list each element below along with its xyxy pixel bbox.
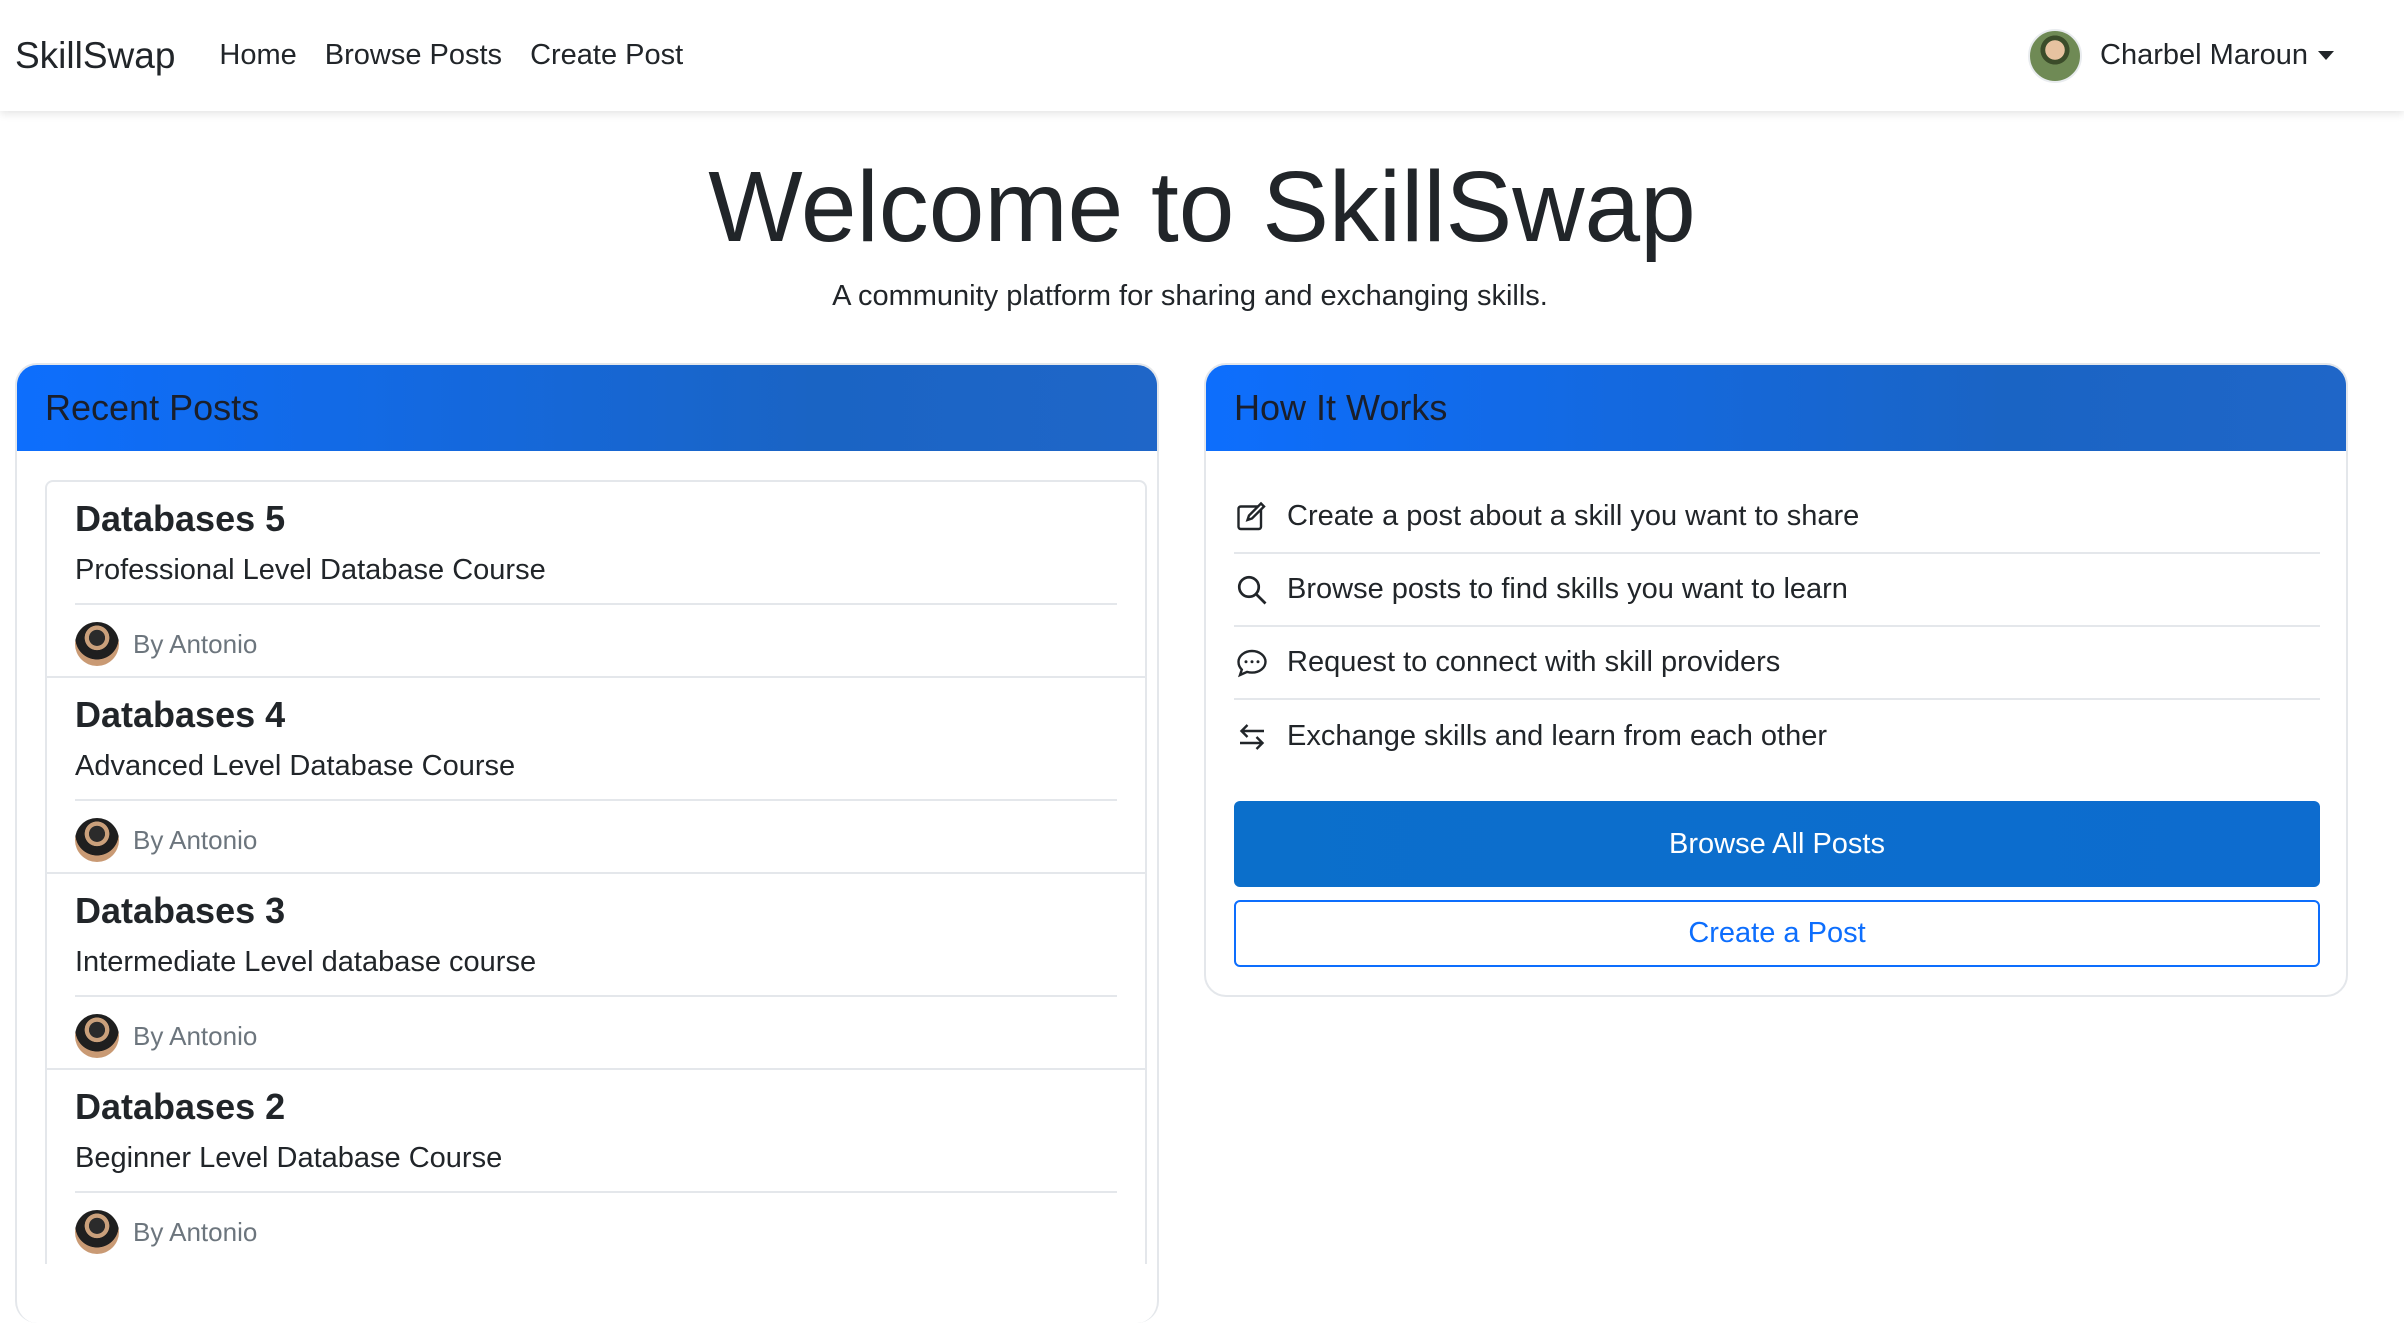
create-post-button[interactable]: Create a Post	[1234, 900, 2320, 967]
post-description: Professional Level Database Course	[75, 554, 546, 586]
post-author: By Antonio	[75, 1014, 257, 1058]
step-item: Create a post about a skill you want to …	[1234, 481, 2320, 554]
posts-list: Databases 5 Professional Level Database …	[45, 480, 1147, 1264]
how-it-works-title: How It Works	[1234, 387, 1448, 428]
user-menu-toggle[interactable]: Charbel Maroun	[2028, 0, 2334, 111]
user-avatar	[2028, 28, 2083, 83]
post-title[interactable]: Databases 4	[75, 694, 285, 736]
divider	[75, 603, 1117, 605]
step-text: Create a post about a skill you want to …	[1287, 500, 1860, 532]
divider	[75, 1191, 1117, 1193]
post-item[interactable]: Databases 4 Advanced Level Database Cour…	[45, 676, 1147, 872]
post-title[interactable]: Databases 3	[75, 890, 285, 932]
divider	[75, 995, 1117, 997]
recent-posts-card: Recent Posts Databases 5 Professional Le…	[15, 363, 1159, 1323]
page-title: Welcome to SkillSwap	[708, 151, 1696, 263]
post-title[interactable]: Databases 2	[75, 1086, 285, 1128]
step-item: Request to connect with skill providers	[1234, 627, 2320, 700]
author-avatar	[75, 1014, 119, 1058]
author-avatar	[75, 622, 119, 666]
nav-browse-posts[interactable]: Browse Posts	[325, 39, 502, 72]
post-description: Advanced Level Database Course	[75, 750, 516, 782]
divider	[75, 799, 1117, 801]
post-item[interactable]: Databases 2 Beginner Level Database Cour…	[45, 1068, 1147, 1264]
user-name: Charbel Maroun	[2100, 39, 2308, 71]
author-name: By Antonio	[133, 1216, 258, 1247]
author-name: By Antonio	[133, 824, 258, 855]
step-text: Exchange skills and learn from each othe…	[1287, 720, 1828, 752]
step-item: Browse posts to find skills you want to …	[1234, 554, 2320, 627]
edit-icon	[1237, 501, 1266, 530]
author-avatar	[75, 1210, 119, 1254]
post-item[interactable]: Databases 3 Intermediate Level database …	[45, 872, 1147, 1068]
post-item[interactable]: Databases 5 Professional Level Database …	[45, 480, 1147, 676]
navbar: SkillSwap Home Browse Posts Create Post …	[0, 0, 2404, 111]
post-author: By Antonio	[75, 1210, 257, 1254]
post-description: Intermediate Level database course	[75, 946, 537, 978]
nav-create-post[interactable]: Create Post	[530, 39, 683, 72]
exchange-icon	[1239, 723, 1265, 750]
author-name: By Antonio	[133, 628, 258, 659]
caret-down-icon	[2318, 51, 2334, 60]
search-icon	[1237, 575, 1267, 604]
step-text: Browse posts to find skills you want to …	[1287, 573, 1848, 605]
post-author: By Antonio	[75, 818, 257, 862]
author-name: By Antonio	[133, 1020, 258, 1051]
steps-list: Create a post about a skill you want to …	[1234, 481, 2320, 773]
author-avatar	[75, 818, 119, 862]
nav-home[interactable]: Home	[219, 39, 296, 72]
step-text: Request to connect with skill providers	[1287, 646, 1781, 678]
brand-link[interactable]: SkillSwap	[15, 35, 175, 77]
recent-posts-header: Recent Posts	[17, 365, 1157, 451]
chat-icon	[1237, 649, 1267, 677]
how-it-works-card: How It Works Create a post about a skill…	[1204, 363, 2348, 997]
step-item: Exchange skills and learn from each othe…	[1234, 700, 2320, 773]
browse-all-posts-button[interactable]: Browse All Posts	[1234, 801, 2320, 887]
post-description: Beginner Level Database Course	[75, 1142, 503, 1174]
post-author: By Antonio	[75, 622, 257, 666]
page-subtitle: A community platform for sharing and exc…	[832, 280, 1548, 312]
how-it-works-header: How It Works	[1206, 365, 2346, 451]
post-title[interactable]: Databases 5	[75, 498, 285, 540]
recent-posts-title: Recent Posts	[45, 387, 260, 428]
